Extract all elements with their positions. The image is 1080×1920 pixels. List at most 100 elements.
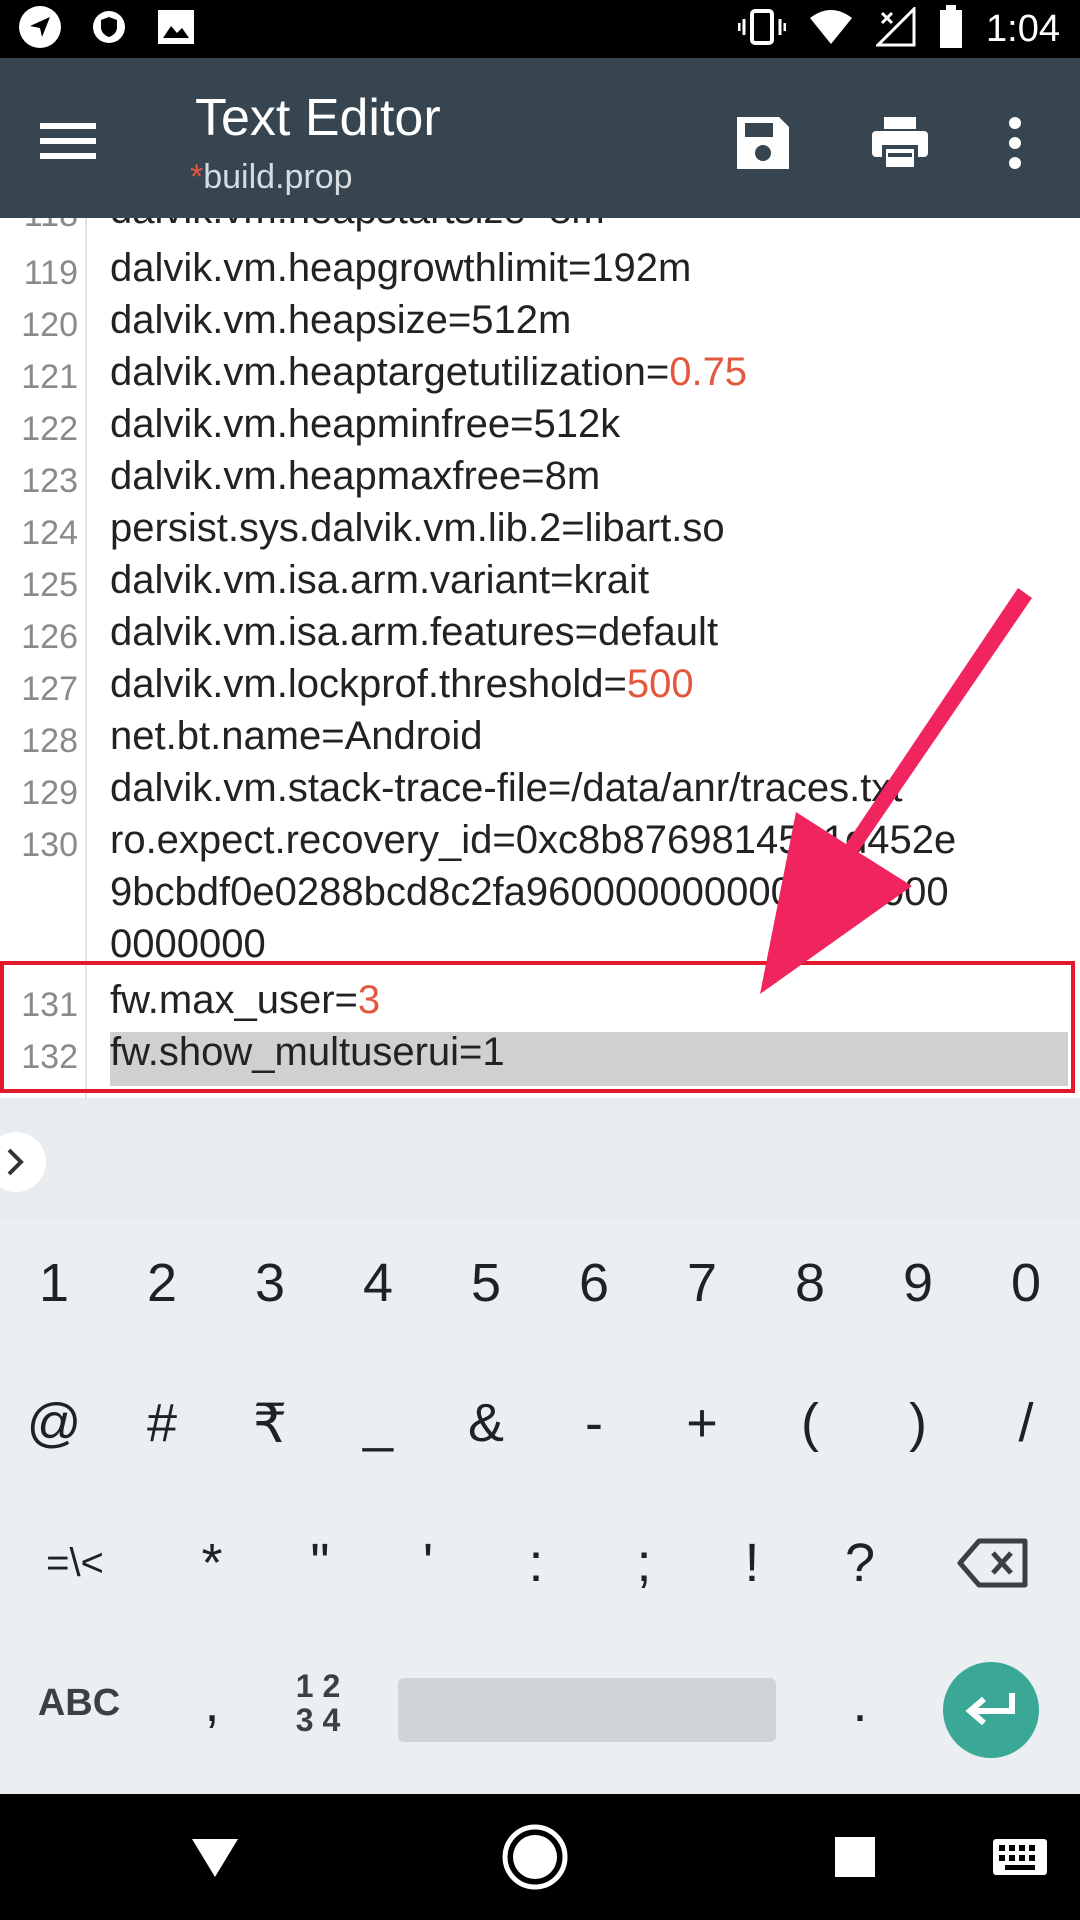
chevron-right-icon [7,1148,24,1176]
line-number: 119 [23,254,78,292]
shield-icon [92,7,126,52]
key-plus[interactable]: + [648,1358,756,1488]
app-title: Text Editor [195,89,441,147]
key-0[interactable]: 0 [972,1218,1080,1348]
key-3[interactable]: 3 [216,1218,324,1348]
key-ampersand[interactable]: & [432,1358,540,1488]
line-text: dalvik.vm.isa.arm.variant=krait [110,558,650,602]
line-text: persist.sys.dalvik.vm.lib.2=libart.so [110,506,725,550]
print-button[interactable] [855,98,945,188]
enter-key[interactable] [943,1662,1039,1758]
key-asterisk[interactable]: * [158,1498,266,1628]
line-text: dalvik.vm.isa.arm.features=default [110,610,719,654]
line-number: 124 [21,514,78,552]
key-question[interactable]: ? [806,1498,914,1628]
key-1[interactable]: 1 [0,1218,108,1348]
annotation-highlight-box [0,961,1075,1093]
line-text: dalvik.vm.heapsize=512m [110,298,572,342]
keyboard-row-numbers: 1 2 3 4 5 6 7 8 9 0 [0,1218,1080,1358]
editor-line: 124 persist.sys.dalvik.vm.lib.2=libart.s… [0,506,1080,558]
back-triangle-icon [192,1839,238,1877]
key-colon[interactable]: : [482,1498,590,1628]
editor-line: 129 dalvik.vm.stack-trace-file=/data/anr… [0,766,1080,818]
line-text: net.bt.name=Android [110,714,483,758]
key-8[interactable]: 8 [756,1218,864,1348]
key-2[interactable]: 2 [108,1218,216,1348]
line-number: 123 [21,462,78,500]
key-underscore[interactable]: _ [324,1358,432,1488]
keyboard-row-symbols: @ # ₹ _ & - + ( ) / [0,1358,1080,1498]
line-number: 125 [21,566,78,604]
clock: 1:04 [986,7,1060,50]
editor-line: 123 dalvik.vm.heapmaxfree=8m [0,454,1080,506]
key-close-paren[interactable]: ) [864,1358,972,1488]
numpad-mode-key[interactable]: 1 2 3 4 [264,1638,372,1768]
backspace-key[interactable] [938,1498,1048,1628]
line-text: ro.expect.recovery_id=0xc8b8769814521d45… [110,818,957,862]
save-button[interactable] [718,98,808,188]
file-name: *build.prop [190,158,353,196]
abc-key[interactable]: ABC [4,1638,154,1768]
vibrate-icon [737,7,787,52]
keyboard-switch-button[interactable] [975,1812,1065,1902]
line-text: dalvik.vm.stack-trace-file=/data/anr/tra… [110,766,903,810]
status-bar: 1:04 [0,0,1080,58]
key-exclamation[interactable]: ! [698,1498,806,1628]
key-9[interactable]: 9 [864,1218,972,1348]
key-minus[interactable]: - [540,1358,648,1488]
line-text: dalvik.vm.heapmaxfree=8m [110,454,601,498]
key-5[interactable]: 5 [432,1218,540,1348]
editor-line: 121 dalvik.vm.heaptargetutilization=0.75 [0,350,1080,402]
back-button[interactable] [170,1812,260,1902]
editor-line: 120 dalvik.vm.heapsize=512m [0,298,1080,350]
editor-line: 127 dalvik.vm.lockprof.threshold=500 [0,662,1080,714]
key-more-symbols[interactable]: =\< [10,1498,140,1628]
text-editor-area[interactable]: 118 dalvik.vm.heapstartsize=8m 119 dalvi… [0,218,1080,1098]
key-slash[interactable]: / [972,1358,1080,1488]
line-text: dalvik.vm.lockprof.threshold=500 [110,662,694,706]
more-options-button[interactable] [970,98,1060,188]
recents-button[interactable] [810,1812,900,1902]
key-comma[interactable]: , [158,1638,266,1768]
editor-line: 125 dalvik.vm.isa.arm.variant=krait [0,558,1080,610]
symbol-keyboard: 1 2 3 4 5 6 7 8 9 0 @ # ₹ _ & - + ( ) / … [0,1218,1080,1794]
key-4[interactable]: 4 [324,1218,432,1348]
line-number: 122 [21,410,78,448]
key-7[interactable]: 7 [648,1218,756,1348]
keyboard-icon [993,1839,1047,1875]
line-number: 127 [21,670,78,708]
key-period[interactable]: . [806,1638,914,1768]
menu-button[interactable] [28,106,108,176]
print-icon [872,117,928,171]
key-double-quote[interactable]: " [266,1498,374,1628]
key-hash[interactable]: # [108,1358,216,1488]
line-number: 120 [21,306,78,344]
keyboard-row-punctuation: =\< * " ' : ; ! ? [0,1498,1080,1638]
line-number: 128 [21,722,78,760]
modified-marker: * [190,158,204,196]
save-icon [737,117,789,169]
key-6[interactable]: 6 [540,1218,648,1348]
editor-line: 130 ro.expect.recovery_id=0xc8b876981452… [0,818,1080,870]
home-button[interactable] [490,1812,580,1902]
editor-line: 128 net.bt.name=Android [0,714,1080,766]
backspace-icon [957,1538,1028,1588]
editor-line: 126 dalvik.vm.isa.arm.features=default [0,610,1080,662]
wifi-icon [808,8,854,51]
line-number: 121 [21,358,78,396]
line-text: dalvik.vm.heapstartsize=8m [110,218,605,233]
key-semicolon[interactable]: ; [590,1498,698,1628]
more-vert-icon [1009,117,1021,169]
key-open-paren[interactable]: ( [756,1358,864,1488]
editor-line: 118 dalvik.vm.heapstartsize=8m [0,218,1080,240]
enter-icon [965,1693,1015,1726]
expand-toolbar-button[interactable] [0,1132,46,1192]
line-text: dalvik.vm.heapminfree=512k [110,402,621,446]
space-bar[interactable] [398,1678,776,1742]
key-single-quote[interactable]: ' [374,1498,482,1628]
line-continuation: 9bcbdf0e0288bcd8c2fa9600000000000000000 [110,870,949,914]
key-rupee[interactable]: ₹ [216,1358,324,1488]
line-number: 130 [21,826,78,864]
key-at[interactable]: @ [0,1358,108,1488]
image-icon [156,8,196,51]
